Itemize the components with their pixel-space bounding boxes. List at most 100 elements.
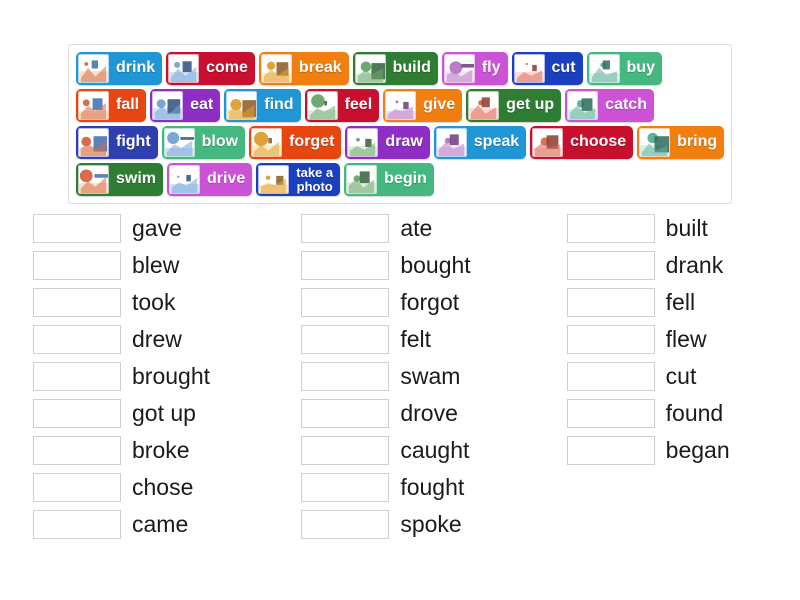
- drop-box[interactable]: [301, 399, 390, 428]
- drop-box[interactable]: [33, 473, 121, 502]
- giving-gift-icon: [385, 91, 417, 120]
- answer-row: fought: [301, 469, 534, 506]
- answer-row: got up: [33, 395, 266, 432]
- drop-box[interactable]: [33, 436, 121, 465]
- tile-row: drink come break build fly cut buy: [76, 52, 725, 85]
- word-tile-give[interactable]: give: [383, 89, 463, 122]
- word-tile-label: get up: [506, 96, 555, 114]
- shopping-icon: [588, 54, 620, 83]
- word-tile-choose[interactable]: choose: [530, 126, 634, 159]
- drop-box[interactable]: [33, 214, 121, 243]
- word-tile-catch[interactable]: catch: [565, 89, 654, 122]
- race-start-icon: [346, 165, 378, 194]
- answer-row: found: [566, 395, 800, 432]
- drop-box[interactable]: [301, 510, 390, 539]
- word-tile-feel[interactable]: feel: [304, 89, 380, 122]
- drop-box[interactable]: [566, 251, 655, 280]
- word-tile-drink[interactable]: drink: [76, 52, 163, 85]
- word-tile-blow[interactable]: blow: [161, 126, 246, 159]
- word-tile-label: fight: [116, 133, 151, 151]
- word-tile-come[interactable]: come: [166, 52, 255, 85]
- word-tile-find[interactable]: find: [224, 89, 301, 122]
- choosing-door-icon: [532, 128, 564, 157]
- word-tile-eat[interactable]: eat: [150, 89, 221, 122]
- word-tile-begin[interactable]: begin: [344, 163, 434, 196]
- answer-word: came: [132, 511, 189, 537]
- word-tile-label: draw: [385, 133, 423, 151]
- drop-box[interactable]: [33, 362, 121, 391]
- word-tile-label: take a photo: [296, 165, 334, 194]
- word-tile-get-up[interactable]: get up: [466, 89, 562, 122]
- word-tile-take-a-photo[interactable]: take a photo: [256, 163, 341, 196]
- word-tile-draw[interactable]: draw: [345, 126, 430, 159]
- drop-box[interactable]: [301, 436, 390, 465]
- drop-box[interactable]: [566, 214, 655, 243]
- answer-row: chose: [33, 469, 266, 506]
- answer-column-2: ate bought forgot felt swam drove caught fought…: [301, 210, 534, 543]
- answer-row: built: [566, 210, 800, 247]
- word-tile-break[interactable]: break: [258, 52, 349, 85]
- answer-row: drew: [33, 321, 266, 358]
- answer-word: got up: [132, 400, 196, 426]
- word-tile-label: find: [264, 96, 294, 114]
- drop-box[interactable]: [301, 288, 390, 317]
- answer-row: broke: [33, 432, 266, 469]
- word-tile-buy[interactable]: buy: [586, 52, 662, 85]
- answer-word: fought: [400, 474, 465, 500]
- answer-word: found: [665, 400, 724, 426]
- drop-box[interactable]: [566, 288, 655, 317]
- drop-box[interactable]: [33, 251, 121, 280]
- answer-word: brought: [132, 363, 211, 389]
- drop-box[interactable]: [566, 325, 655, 354]
- word-tile-fly[interactable]: fly: [441, 52, 508, 85]
- word-tile-label: choose: [570, 133, 627, 151]
- answer-word: took: [132, 289, 176, 315]
- answer-word: swam: [400, 363, 461, 389]
- drop-box[interactable]: [301, 251, 390, 280]
- drop-box[interactable]: [301, 214, 390, 243]
- word-tile-swim[interactable]: swim: [76, 163, 164, 196]
- people-coming-icon: [168, 54, 200, 83]
- word-tile-label: fall: [116, 96, 140, 114]
- drop-box[interactable]: [566, 436, 655, 465]
- answer-word: caught: [400, 437, 470, 463]
- answer-word: drew: [132, 326, 182, 352]
- drop-box[interactable]: [33, 288, 121, 317]
- drop-box[interactable]: [301, 325, 390, 354]
- answer-row: gave: [33, 210, 266, 247]
- drop-box[interactable]: [566, 399, 655, 428]
- drop-box[interactable]: [301, 362, 390, 391]
- drop-box[interactable]: [33, 399, 121, 428]
- drop-box[interactable]: [33, 510, 121, 539]
- girl-drinking-icon: [78, 54, 109, 83]
- word-tile-label: give: [423, 96, 456, 114]
- drop-box[interactable]: [566, 362, 655, 391]
- word-tile-label: build: [392, 59, 431, 77]
- word-tile-speak[interactable]: speak: [433, 126, 527, 159]
- word-tile-label: break: [298, 59, 342, 77]
- word-tile-label: begin: [384, 170, 427, 188]
- word-tile-bring[interactable]: bring: [637, 126, 725, 159]
- answer-word: drove: [400, 400, 458, 426]
- word-tile-drive[interactable]: drive: [167, 163, 253, 196]
- drop-box[interactable]: [33, 325, 121, 354]
- swimming-icon: [78, 165, 109, 194]
- tile-row: swim drive take a photo begin: [76, 163, 725, 196]
- word-tile-fight[interactable]: fight: [76, 126, 158, 159]
- answer-row: came: [33, 506, 266, 543]
- word-tile-forget[interactable]: forget: [249, 126, 342, 159]
- word-tile-label: swim: [116, 170, 157, 188]
- answer-word: fell: [665, 289, 696, 315]
- drop-box[interactable]: [301, 473, 390, 502]
- word-tile-fall[interactable]: fall: [76, 89, 147, 122]
- word-tile-label: eat: [190, 96, 214, 114]
- answer-row: felt: [301, 321, 534, 358]
- answer-row: brought: [33, 358, 266, 395]
- word-tile-label: forget: [289, 133, 335, 151]
- answer-row: swam: [301, 358, 534, 395]
- fighting-icon: [78, 128, 109, 157]
- person-falling-icon: [78, 91, 109, 120]
- word-tile-cut[interactable]: cut: [511, 52, 583, 85]
- word-tile-label: buy: [626, 59, 655, 77]
- word-tile-build[interactable]: build: [352, 52, 438, 85]
